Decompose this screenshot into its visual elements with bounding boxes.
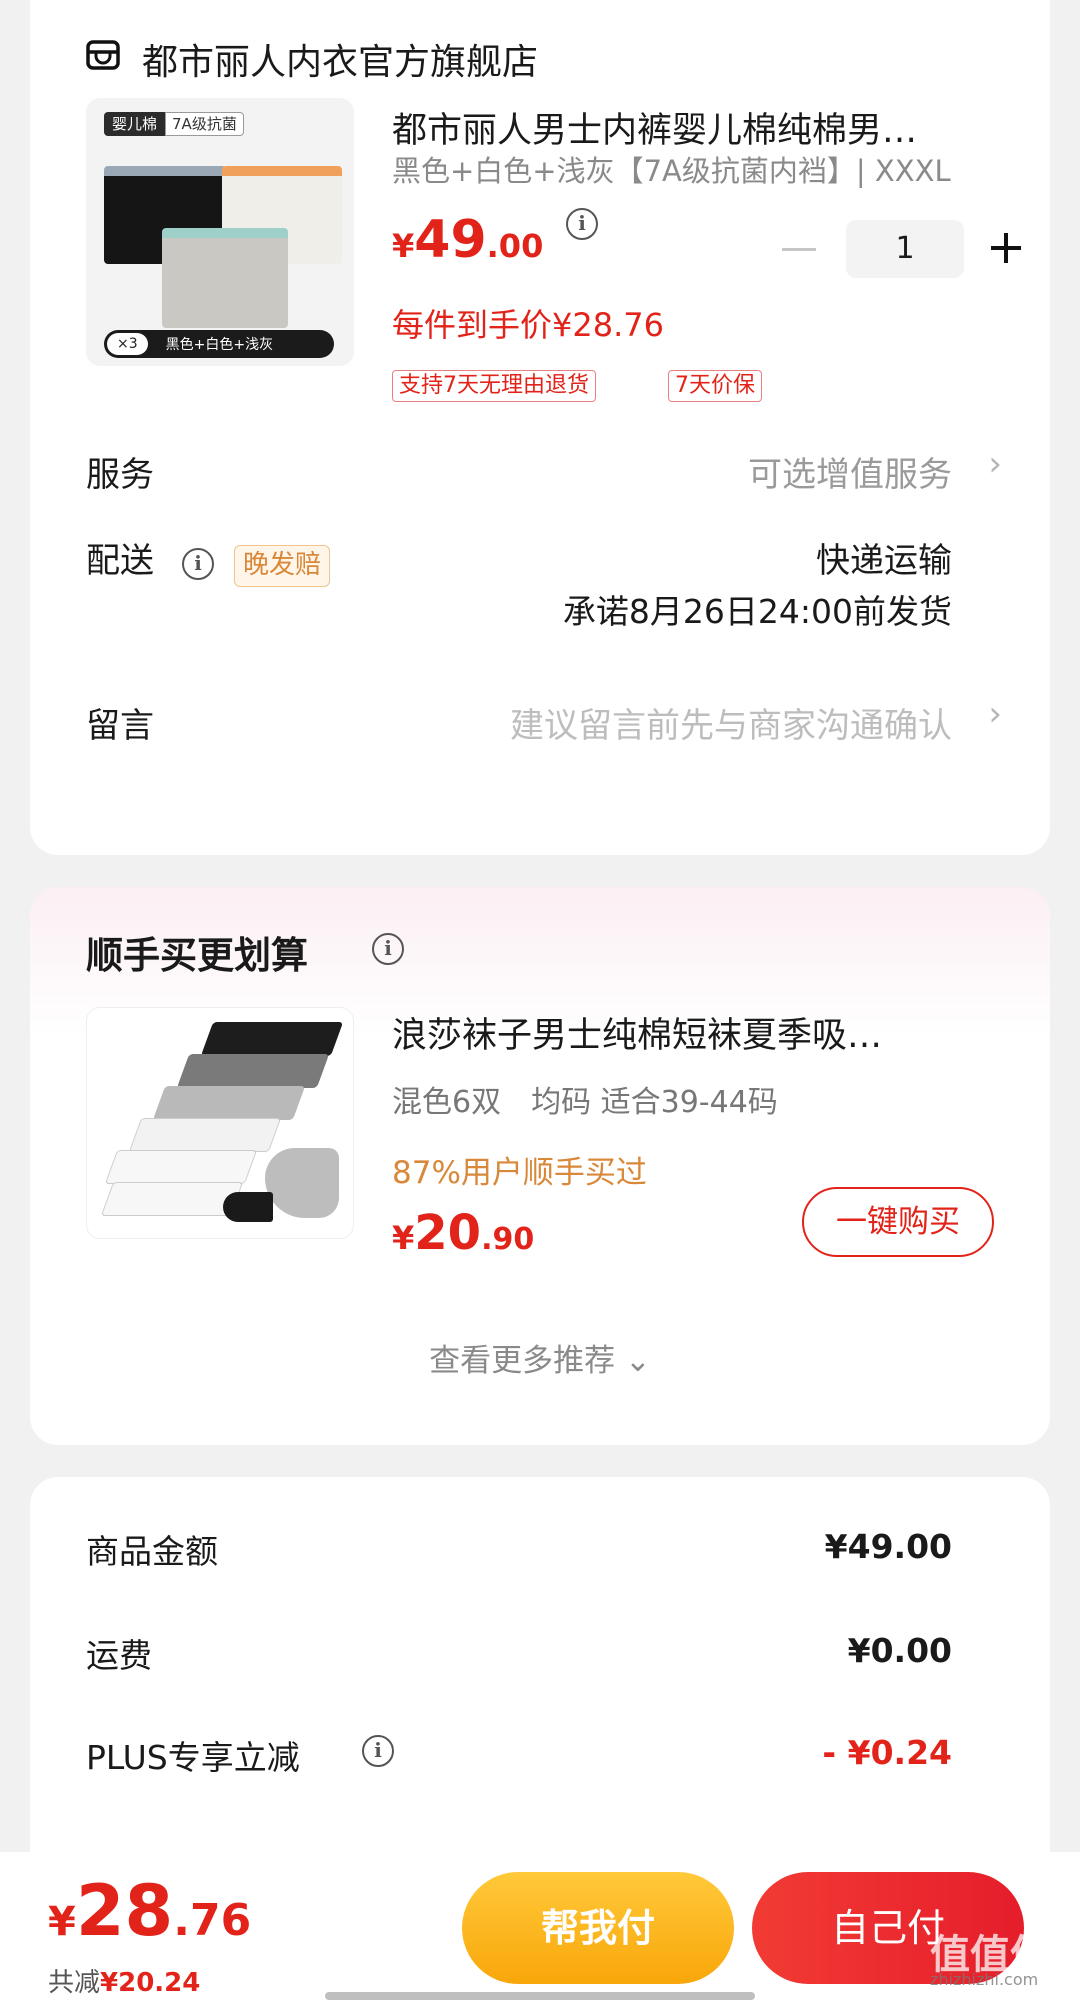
late-compensation-tag: 晚发赔	[234, 545, 331, 587]
shop-name[interactable]: 都市丽人内衣官方旗舰店	[142, 33, 538, 85]
saved-value: ¥20.24	[100, 1968, 201, 1998]
total-decimal: .76	[173, 1895, 252, 1946]
product-image[interactable]: 婴儿棉 7A级抗菌 ×3 黑色+白色+浅灰	[86, 98, 354, 366]
sock-darkgrey	[176, 1054, 330, 1088]
plus-discount-label: PLUS专享立减	[86, 1738, 300, 1777]
briefs-grey	[162, 228, 288, 328]
chevron-right-icon[interactable]: ›	[988, 694, 1002, 734]
shipping-fee-value: ¥0.00	[847, 1631, 952, 1670]
service-value[interactable]: 可选增值服务	[748, 447, 952, 496]
delivery-method: 快递运输	[816, 541, 952, 581]
product-spec[interactable]: 黑色+白色+浅灰【7A级抗菌内裆】| XXXL	[392, 148, 951, 190]
recommend-card: 顺手买更划算 i 浪莎袜子男士纯棉短袜夏季吸… 混色6双 均码 适合39-44码…	[30, 887, 1050, 1445]
price-integer: 49	[414, 210, 487, 270]
service-label: 服务	[86, 455, 154, 495]
price-decimal: .00	[486, 227, 544, 265]
info-icon[interactable]: i	[362, 1735, 394, 1767]
sock-white-black	[100, 1182, 244, 1216]
total-currency: ¥	[48, 1899, 76, 1945]
sock-toe	[223, 1192, 273, 1222]
delivery-promise: 承诺8月26日24:00前发货	[562, 592, 952, 631]
one-click-buy-button[interactable]: 一键购买	[802, 1187, 994, 1257]
sock-grey	[152, 1086, 306, 1120]
sock-white-blue	[128, 1118, 282, 1152]
home-indicator[interactable]	[325, 1992, 755, 2000]
image-tag-antibacterial: 7A级抗菌	[165, 112, 244, 136]
message-label: 留言	[86, 706, 154, 746]
product-title[interactable]: 都市丽人男士内裤婴儿棉纯棉男…	[392, 102, 992, 153]
final-unit-price: 每件到手价¥28.76	[392, 306, 664, 344]
plus-icon[interactable]	[986, 228, 1026, 268]
image-tag-cotton: 婴儿棉	[104, 112, 166, 136]
recommend-title: 顺手买更划算	[86, 934, 308, 977]
chevron-right-icon[interactable]: ›	[988, 444, 1002, 484]
info-icon[interactable]: i	[566, 208, 598, 240]
recommend-product-image[interactable]	[86, 1007, 354, 1239]
price-currency: ¥	[392, 227, 415, 265]
goods-amount-value: ¥49.00	[824, 1527, 952, 1566]
sock-sample	[265, 1148, 339, 1218]
saved-label: 共减	[48, 1968, 101, 1998]
product-image-tags: 婴儿棉 7A级抗菌	[104, 112, 244, 136]
product-price: ¥49.00	[392, 210, 543, 270]
info-icon[interactable]: i	[372, 933, 404, 965]
shipping-fee-label: 运费	[86, 1636, 152, 1675]
price-currency: ¥	[392, 1219, 415, 1257]
total-saved[interactable]: 共减¥20.24	[48, 1962, 200, 1999]
price-protect-tag: 7天价保	[668, 370, 762, 402]
total-price: ¥28.76	[48, 1870, 251, 1952]
plus-discount-value: - ¥0.24	[822, 1733, 952, 1772]
watermark-url: zhizhizhi.com	[930, 1970, 1039, 1989]
quantity-input[interactable]: 1	[846, 220, 964, 278]
sock-black	[200, 1022, 344, 1056]
pack-info-bar: ×3 黑色+白色+浅灰	[104, 330, 334, 358]
delivery-label: 配送	[86, 541, 154, 581]
help-me-pay-button[interactable]: 帮我付	[462, 1872, 734, 1984]
message-input[interactable]: 建议留言前先与商家沟通确认	[510, 698, 952, 747]
checkout-bar: ¥28.76 共减¥20.24 帮我付 自己付 值值值 zhizhizhi.co…	[0, 1852, 1080, 2005]
total-integer: 28	[75, 1870, 174, 1952]
pack-colors: 黑色+白色+浅灰	[165, 337, 274, 353]
price-integer: 20	[414, 1205, 482, 1261]
sock-white	[104, 1150, 258, 1184]
return-policy-tag: 支持7天无理由退货	[392, 370, 596, 402]
recommend-product-name[interactable]: 浪莎袜子男士纯棉短袜夏季吸…	[392, 1007, 992, 1058]
pack-count: ×3	[107, 333, 148, 355]
price-decimal: .90	[481, 1222, 535, 1257]
recommend-product-spec: 混色6双 均码 适合39-44码	[392, 1085, 778, 1120]
goods-amount-label: 商品金额	[86, 1532, 218, 1571]
recommend-social-proof: 87%用户顺手买过	[392, 1155, 647, 1191]
recommend-product-price: ¥20.90	[392, 1205, 534, 1261]
info-icon[interactable]: i	[182, 548, 214, 580]
shop-icon	[86, 40, 120, 70]
minus-icon[interactable]	[782, 248, 816, 251]
shop-card: 都市丽人内衣官方旗舰店 婴儿棉 7A级抗菌 ×3 黑色+白色+浅灰 都市丽人男士…	[30, 0, 1050, 855]
see-more-recommendations[interactable]: 查看更多推荐 ⌄	[30, 1335, 1050, 1380]
